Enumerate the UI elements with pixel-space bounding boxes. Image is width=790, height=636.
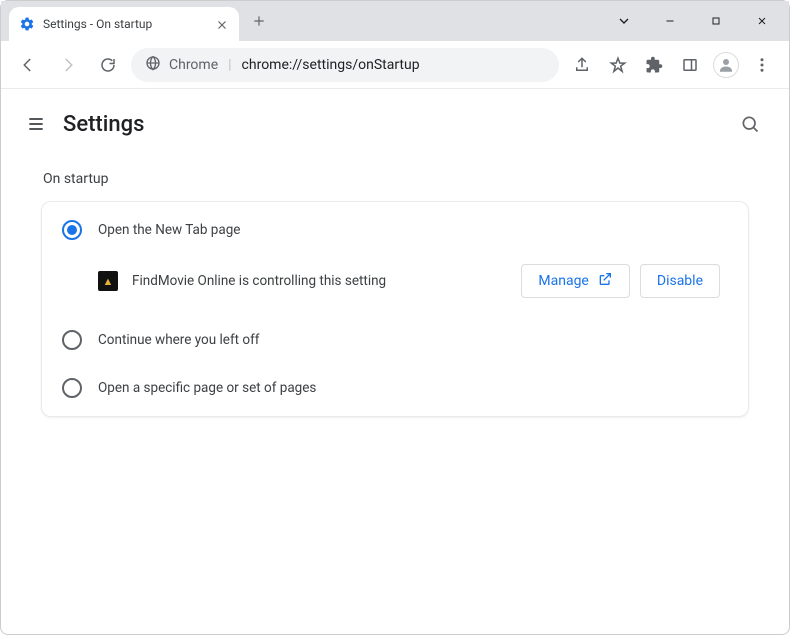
option-label: Open a specific page or set of pages: [98, 380, 316, 396]
reload-button[interactable]: [91, 48, 125, 82]
tab-title: Settings - On startup: [43, 17, 207, 31]
disable-label: Disable: [657, 273, 703, 289]
search-button[interactable]: [733, 107, 767, 141]
bookmark-button[interactable]: [601, 48, 635, 82]
extension-icon: ▲: [98, 271, 118, 291]
url-path: chrome://settings/onStartup: [242, 57, 420, 73]
external-link-icon: [597, 271, 613, 291]
forward-button[interactable]: [51, 48, 85, 82]
option-specific-pages[interactable]: Open a specific page or set of pages: [42, 364, 748, 412]
back-button[interactable]: [11, 48, 45, 82]
chrome-menu-button[interactable]: [745, 48, 779, 82]
option-continue[interactable]: Continue where you left off: [42, 316, 748, 364]
manage-label: Manage: [538, 273, 588, 289]
controller-text: FindMovie Online is controlling this set…: [132, 273, 507, 289]
browser-tab[interactable]: Settings - On startup: [9, 7, 239, 41]
browser-toolbar: Chrome | chrome://settings/onStartup: [1, 41, 789, 89]
option-label: Open the New Tab page: [98, 222, 240, 238]
close-window-button[interactable]: [739, 1, 785, 41]
manage-button[interactable]: Manage: [521, 264, 629, 298]
url-separator: |: [228, 57, 231, 73]
tab-search-button[interactable]: [601, 1, 647, 41]
maximize-button[interactable]: [693, 1, 739, 41]
share-button[interactable]: [565, 48, 599, 82]
new-tab-button[interactable]: [245, 7, 273, 35]
radio-icon[interactable]: [62, 330, 82, 350]
menu-button[interactable]: [19, 107, 53, 141]
controlled-by-extension: ▲ FindMovie Online is controlling this s…: [42, 254, 748, 316]
radio-selected-icon[interactable]: [62, 220, 82, 240]
page-title: Settings: [63, 112, 733, 137]
site-info-icon[interactable]: [145, 55, 161, 75]
option-label: Continue where you left off: [98, 332, 260, 348]
window-titlebar: Settings - On startup: [1, 1, 789, 41]
url-prefix: Chrome: [169, 57, 218, 73]
close-icon[interactable]: [215, 17, 229, 31]
option-new-tab[interactable]: Open the New Tab page: [42, 206, 748, 254]
profile-button[interactable]: [709, 48, 743, 82]
minimize-button[interactable]: [647, 1, 693, 41]
radio-icon[interactable]: [62, 378, 82, 398]
startup-card: Open the New Tab page ▲ FindMovie Online…: [41, 201, 749, 417]
side-panel-button[interactable]: [673, 48, 707, 82]
extensions-button[interactable]: [637, 48, 671, 82]
gear-icon: [19, 16, 35, 32]
disable-button[interactable]: Disable: [640, 264, 720, 298]
settings-page: Settings On startup Open the New Tab pag…: [1, 89, 789, 636]
section-title: On startup: [43, 171, 749, 187]
address-bar[interactable]: Chrome | chrome://settings/onStartup: [131, 48, 559, 82]
